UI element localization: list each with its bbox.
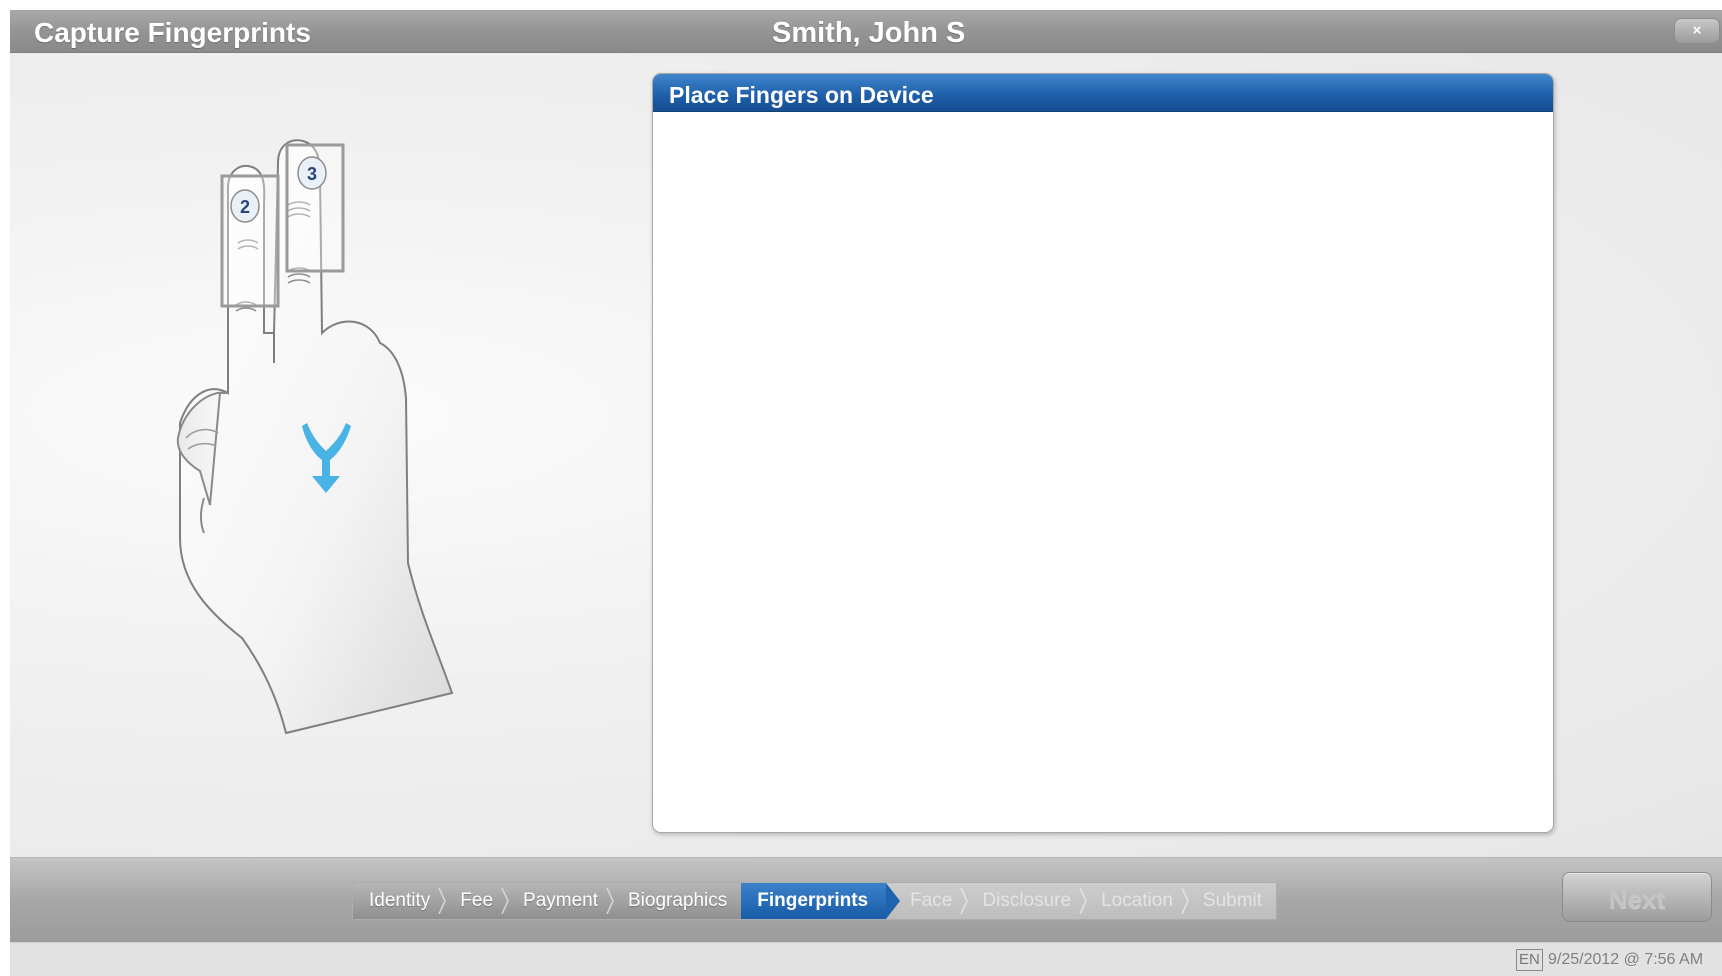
step-label: Location	[1101, 890, 1173, 911]
step-identity[interactable]: Identity	[353, 883, 447, 919]
step-separator-icon	[1181, 888, 1189, 914]
title-bar: Capture Fingerprints Smith, John S ×	[10, 10, 1722, 53]
step-separator-icon	[960, 888, 969, 914]
step-location: Location	[1085, 883, 1189, 919]
status-bar: EN 9/25/2012 @ 7:56 AM	[10, 942, 1722, 976]
page-title: Capture Fingerprints	[34, 17, 311, 48]
patient-name: Smith, John S	[772, 17, 966, 49]
step-fingerprints[interactable]: Fingerprints	[741, 883, 900, 919]
step-label: Disclosure	[982, 890, 1072, 911]
next-label: Next	[1608, 884, 1666, 914]
fingerprint-preview-area	[653, 112, 1553, 832]
datetime-text: 9/25/2012 @ 7:56 AM	[1548, 951, 1704, 968]
panel-title: Place Fingers on Device	[669, 82, 934, 108]
step-separator-icon	[438, 888, 447, 914]
finger-2-label: 2	[240, 197, 250, 217]
step-separator-icon	[606, 888, 614, 914]
step-label: Fee	[460, 890, 494, 911]
step-separator-icon	[501, 888, 509, 914]
step-label: Face	[910, 890, 953, 911]
hand-two-fingers-icon: 2 3	[176, 139, 454, 735]
footer-bar: Identity Fee Payment Biographics Fingerp…	[10, 857, 1722, 942]
main-area: 2 3 Place Fingers on Device	[10, 53, 1722, 857]
step-label: Submit	[1202, 890, 1263, 911]
step-disclosure: Disclosure	[966, 883, 1087, 919]
step-biographics[interactable]: Biographics	[612, 883, 742, 919]
instruction-panel: Place Fingers on Device	[652, 73, 1554, 833]
step-label: Identity	[369, 890, 431, 911]
workflow-steps: Identity Fee Payment Biographics Fingerp…	[352, 882, 1278, 920]
language-badge[interactable]: EN	[1516, 949, 1543, 971]
step-fee[interactable]: Fee	[444, 883, 509, 919]
panel-header: Place Fingers on Device	[653, 74, 1553, 112]
finger-3-label: 3	[307, 164, 317, 184]
app-window: Capture Fingerprints Smith, John S × 2 3…	[10, 10, 1722, 976]
close-button[interactable]: ×	[1674, 18, 1720, 44]
close-icon: ×	[1692, 22, 1702, 39]
step-label: Biographics	[628, 890, 728, 911]
step-submit: Submit	[1186, 883, 1277, 919]
step-payment[interactable]: Payment	[507, 883, 614, 919]
step-label: Fingerprints	[757, 890, 869, 911]
next-button[interactable]: Next	[1562, 872, 1712, 922]
step-separator-icon	[1079, 888, 1087, 914]
step-label: Payment	[523, 890, 598, 911]
